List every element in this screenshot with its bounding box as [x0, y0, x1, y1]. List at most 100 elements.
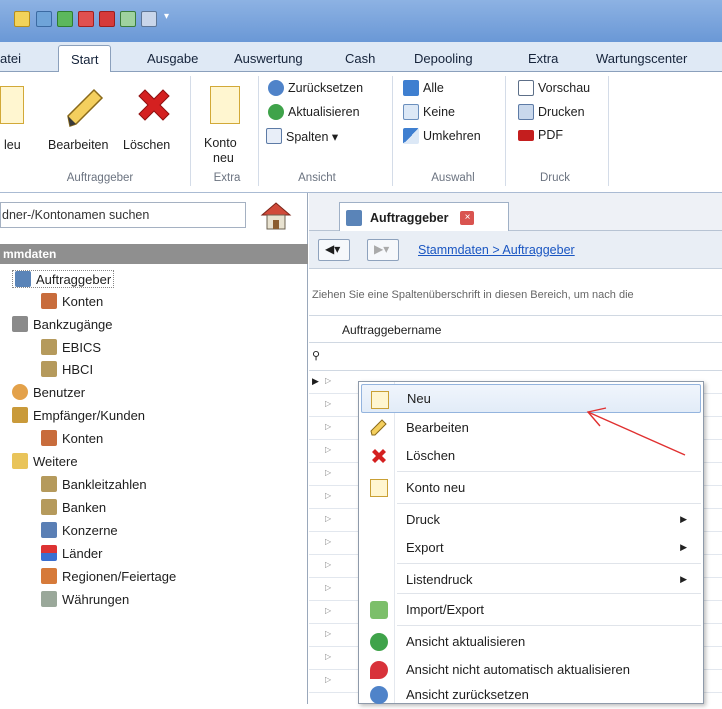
tab-auswertung[interactable]: Auswertung	[234, 51, 303, 66]
tab-start[interactable]: Start	[58, 45, 112, 73]
expand-icon[interactable]: ▷	[325, 399, 331, 408]
nav-item-weitere[interactable]: Weitere	[12, 453, 78, 469]
nav-item-hbci[interactable]: HBCI	[41, 361, 93, 377]
tab-wartungscenter[interactable]: Wartungscenter	[596, 51, 687, 66]
neu-button[interactable]: leu	[4, 138, 21, 152]
dropdown-settings-icon[interactable]	[141, 11, 157, 27]
nav-item-benutzer[interactable]: Benutzer	[12, 384, 85, 400]
zuruecksetzen-button[interactable]: Zurücksetzen	[268, 80, 363, 96]
menu-item-label: Neu	[407, 391, 431, 406]
nav-item-bankleitzahlen[interactable]: Bankleitzahlen	[41, 476, 147, 492]
pdf-button[interactable]: PDF	[518, 128, 563, 142]
expand-icon[interactable]: ▷	[325, 514, 331, 523]
spalten-button[interactable]: Spalten ▾	[266, 128, 338, 144]
expand-icon[interactable]: ▷	[325, 376, 331, 385]
tab-ausgabe[interactable]: Ausgabe	[147, 51, 198, 66]
printer-icon	[518, 104, 534, 120]
expand-icon[interactable]: ▷	[325, 675, 331, 684]
expand-icon[interactable]: ▷	[325, 422, 331, 431]
expand-icon[interactable]: ▷	[325, 629, 331, 638]
column-header-auftraggebername[interactable]: Auftraggebername	[342, 323, 441, 337]
menu-item-konto-neu[interactable]: Konto neu	[361, 473, 701, 502]
house-icon[interactable]	[258, 199, 294, 233]
aktualisieren-button[interactable]: Aktualisieren	[268, 104, 360, 120]
menu-separator	[397, 503, 701, 504]
export-green-icon[interactable]	[57, 11, 73, 27]
quick-access-toolbar: ▾	[0, 0, 722, 42]
nav-item-konten[interactable]: Konten	[41, 293, 103, 309]
expand-icon[interactable]: ▷	[325, 445, 331, 454]
vorschau-button[interactable]: Vorschau	[518, 80, 590, 96]
ribbon-doc-icon[interactable]	[14, 11, 30, 27]
nav-item-konten-2[interactable]: Konten	[41, 430, 103, 446]
nav-item-konzerne[interactable]: Konzerne	[41, 522, 118, 538]
nav-item-banken[interactable]: Banken	[41, 499, 106, 515]
nav-item-label: Bankleitzahlen	[62, 476, 147, 492]
alle-button[interactable]: Alle	[403, 80, 444, 96]
umkehren-button[interactable]: Umkehren	[403, 128, 481, 144]
spalten-label: Spalten ▾	[286, 129, 339, 144]
tab-extra[interactable]: Extra	[528, 51, 558, 66]
qat-dropdown-icon[interactable]: ▾	[164, 11, 169, 22]
save-icon[interactable]	[36, 11, 52, 27]
menu-item-import-export[interactable]: Import/Export	[361, 595, 701, 624]
nav-item-ebics[interactable]: EBICS	[41, 339, 101, 355]
back-button[interactable]: ◀▾	[318, 239, 350, 261]
nav-item-label: Empfänger/Kunden	[33, 407, 146, 423]
back-arrow-icon: ◀▾	[325, 242, 341, 256]
preview-icon	[518, 80, 534, 96]
expand-icon[interactable]: ▷	[325, 652, 331, 661]
expand-icon[interactable]: ▷	[325, 560, 331, 569]
nav-item-waehrungen[interactable]: Währungen	[41, 591, 129, 607]
nav-item-laender[interactable]: Länder	[41, 545, 102, 561]
red-bar-icon[interactable]	[99, 11, 115, 27]
red-x-icon[interactable]	[131, 84, 177, 130]
menu-item-druck[interactable]: Druck ▶	[361, 505, 701, 534]
pencil-icon[interactable]	[62, 84, 108, 130]
tab-depooling[interactable]: Depooling	[414, 51, 473, 66]
close-icon[interactable]: ×	[460, 210, 475, 225]
expand-icon[interactable]: ▷	[325, 468, 331, 477]
nav-item-auftraggeber[interactable]: Auftraggeber	[12, 270, 115, 288]
expand-icon[interactable]: ▷	[325, 583, 331, 592]
menu-item-listendruck[interactable]: Listendruck ▶	[361, 565, 701, 594]
tab-datei[interactable]: atei	[0, 51, 21, 66]
filter-row[interactable]: ⚲	[309, 343, 722, 371]
nav-item-bankzugaenge[interactable]: Bankzugänge	[12, 316, 113, 332]
nav-item-label: Weitere	[33, 453, 78, 469]
konto-new-doc-icon[interactable]	[210, 86, 240, 124]
new-doc-icon[interactable]	[0, 86, 24, 124]
bank-icon	[41, 339, 57, 355]
konto-neu-button-line1[interactable]: Konto	[204, 136, 237, 150]
nav-item-label: Auftraggeber	[36, 271, 112, 287]
group-separator	[392, 76, 393, 186]
menu-item-ansicht-aktualisieren[interactable]: Ansicht aktualisieren	[361, 627, 701, 656]
expand-icon[interactable]: ▷	[325, 491, 331, 500]
tab-auftraggeber[interactable]: Auftraggeber ×	[339, 202, 509, 232]
reset-icon	[370, 686, 388, 704]
auftraggeber-icon	[346, 209, 362, 226]
recipient-icon	[12, 407, 28, 423]
search-input[interactable]: dner-/Kontonamen suchen	[0, 202, 246, 228]
nav-item-empfaenger[interactable]: Empfänger/Kunden	[12, 407, 145, 423]
tab-cash[interactable]: Cash	[345, 51, 375, 66]
menu-item-export[interactable]: Export ▶	[361, 533, 701, 562]
keine-button[interactable]: Keine	[403, 104, 455, 120]
forward-button[interactable]: ▶▾	[367, 239, 399, 261]
bearbeiten-button[interactable]: Bearbeiten	[48, 138, 108, 152]
loeschen-button[interactable]: Löschen	[123, 138, 170, 152]
bank-icon	[41, 476, 57, 492]
group-separator	[608, 76, 609, 186]
breadcrumb[interactable]: Stammdaten > Auftraggeber	[418, 243, 575, 257]
table-icon[interactable]	[120, 11, 136, 27]
invert-selection-icon	[403, 128, 419, 144]
konto-neu-button-line2[interactable]: neu	[213, 151, 234, 165]
keine-label: Keine	[423, 105, 455, 119]
expand-icon[interactable]: ▷	[325, 606, 331, 615]
delete-red-icon[interactable]	[78, 11, 94, 27]
nav-item-regionen[interactable]: Regionen/Feiertage	[41, 568, 176, 584]
menu-item-ansicht-zuruecksetzen[interactable]: Ansicht zurücksetzen	[361, 680, 701, 709]
nav-item-label: Benutzer	[33, 384, 86, 400]
drucken-button[interactable]: Drucken	[518, 104, 585, 120]
expand-icon[interactable]: ▷	[325, 537, 331, 546]
